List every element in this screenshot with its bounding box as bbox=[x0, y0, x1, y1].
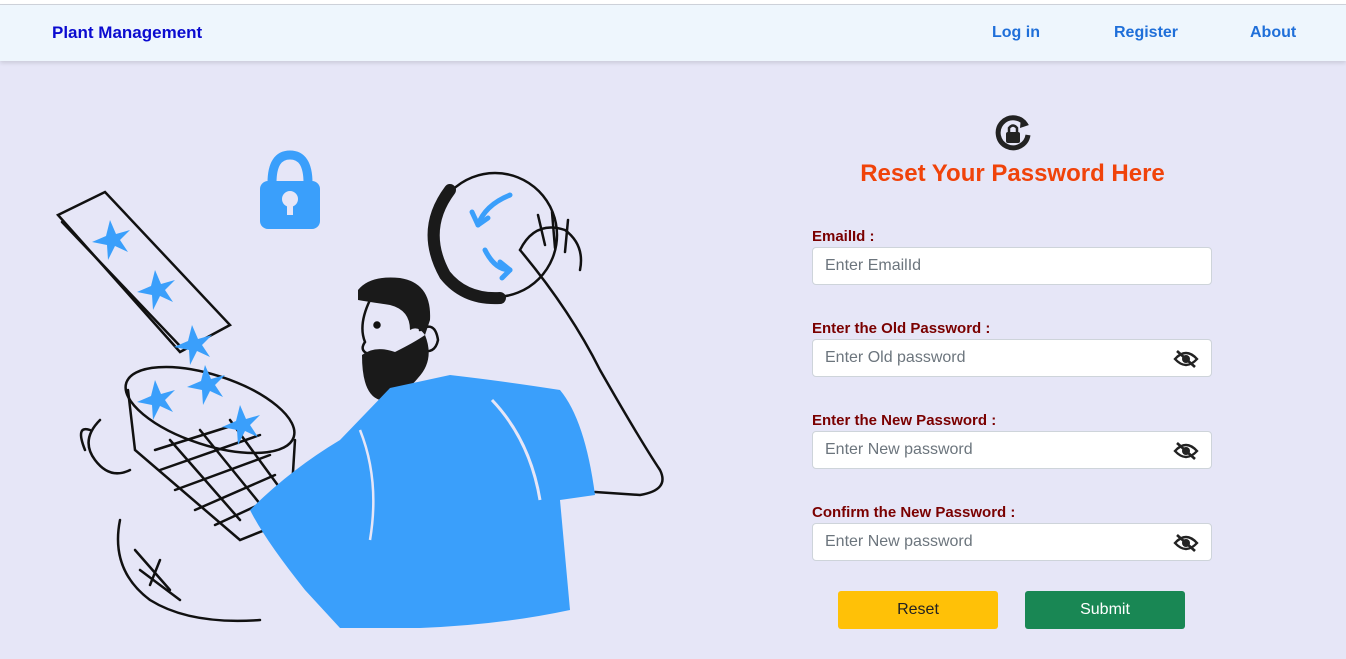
confirm-password-input[interactable] bbox=[813, 524, 1211, 560]
brand-title[interactable]: Plant Management bbox=[52, 23, 202, 43]
strip-outline bbox=[55, 190, 233, 354]
old-password-field-box bbox=[812, 339, 1212, 377]
reset-lock-icon bbox=[995, 115, 1031, 151]
email-input[interactable] bbox=[813, 248, 1211, 284]
navbar: Plant Management Log in Register About bbox=[0, 5, 1346, 61]
form-title: Reset Your Password Here bbox=[860, 160, 1165, 187]
submit-button[interactable]: Submit bbox=[1025, 591, 1185, 629]
confirm-password-field-box bbox=[812, 523, 1212, 561]
eye-slash-icon[interactable] bbox=[1173, 349, 1199, 369]
nav-about-link[interactable]: About bbox=[1250, 24, 1296, 42]
eye-slash-icon[interactable] bbox=[1173, 441, 1199, 461]
nav-login-link[interactable]: Log in bbox=[992, 24, 1040, 42]
reset-button[interactable]: Reset bbox=[838, 591, 998, 629]
old-password-label: Enter the Old Password : bbox=[812, 320, 991, 337]
nav-register-link[interactable]: Register bbox=[1114, 24, 1178, 42]
blue-shirt bbox=[250, 375, 595, 628]
star-decorations bbox=[92, 220, 260, 445]
email-label: EmailId : bbox=[812, 228, 875, 245]
old-password-input[interactable] bbox=[813, 340, 1211, 376]
confirm-password-label: Confirm the New Password : bbox=[812, 504, 1016, 521]
reset-password-illustration bbox=[55, 150, 664, 628]
blue-lock-graphic bbox=[260, 150, 320, 229]
new-password-label: Enter the New Password : bbox=[812, 412, 997, 429]
new-password-field-box bbox=[812, 431, 1212, 469]
email-field-box bbox=[812, 247, 1212, 285]
eye-slash-icon[interactable] bbox=[1173, 533, 1199, 553]
refresh-arrows-graphic bbox=[469, 192, 513, 281]
new-password-input[interactable] bbox=[813, 432, 1211, 468]
